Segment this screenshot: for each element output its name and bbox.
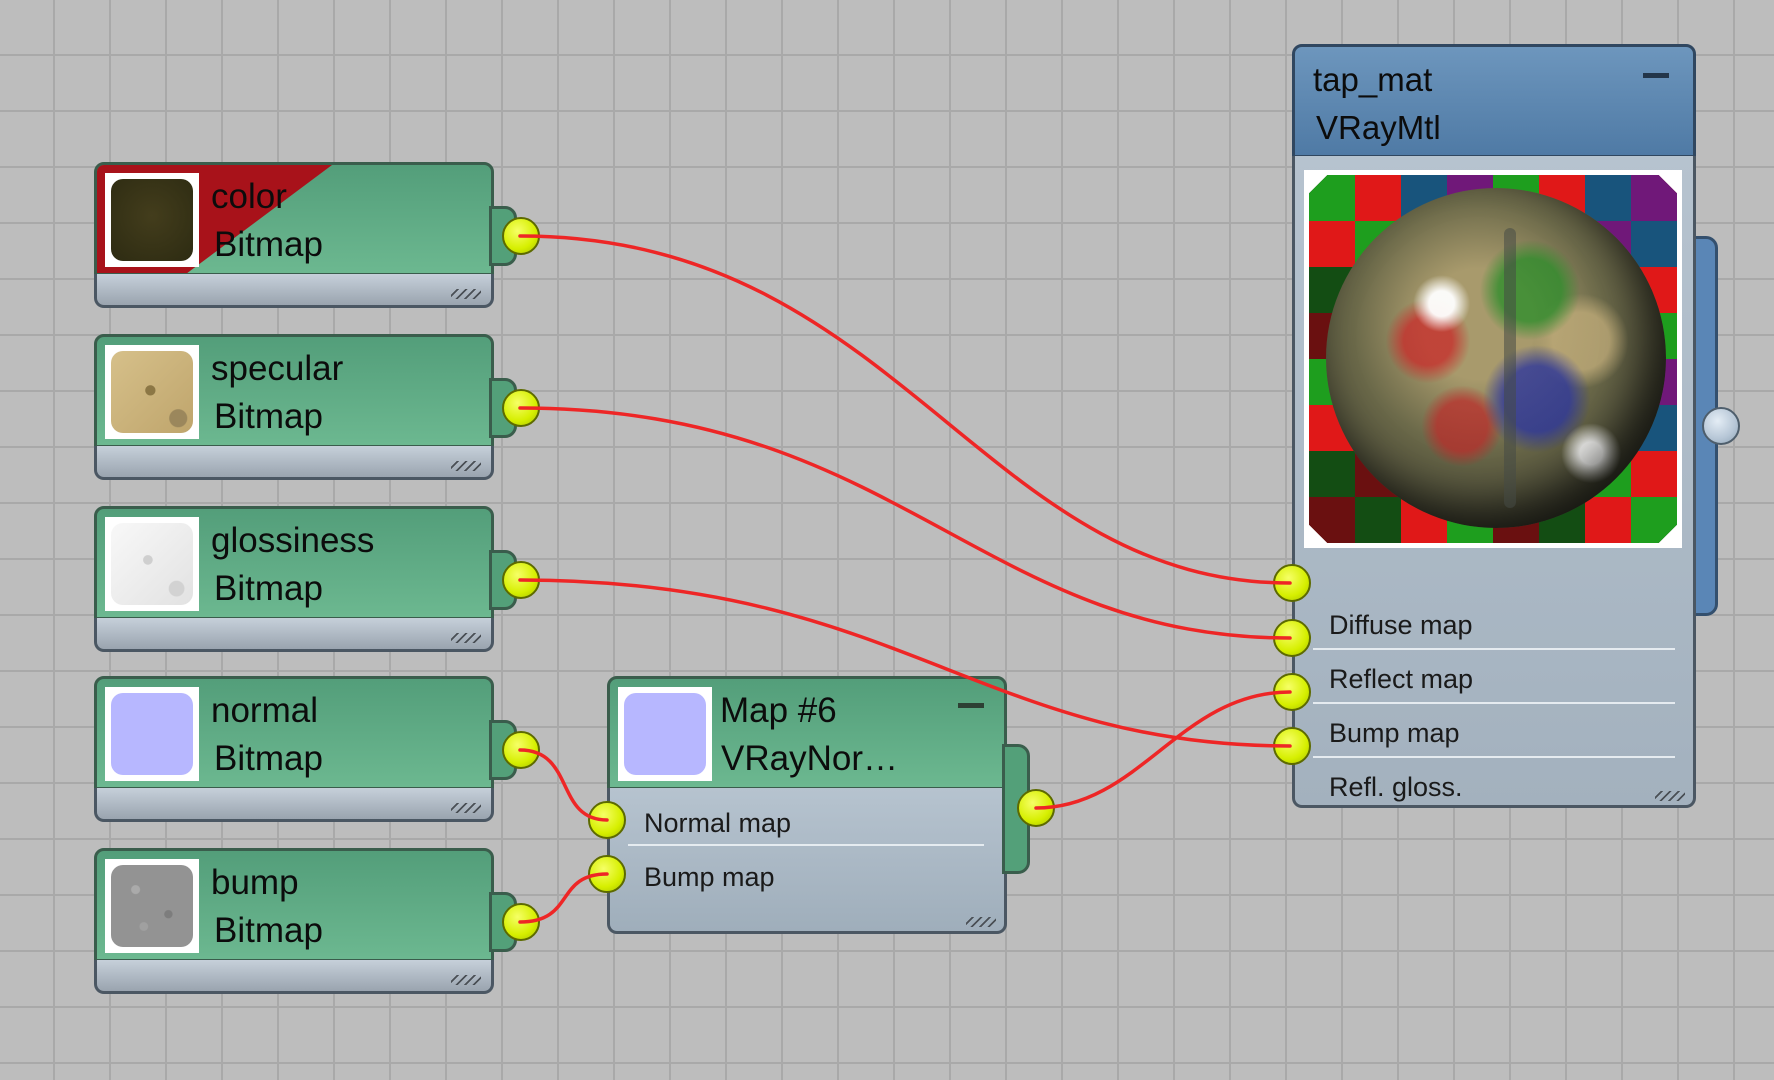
resize-grip-icon[interactable] [1655, 791, 1685, 801]
node-header[interactable]: bump Bitmap [94, 848, 494, 962]
node-title: color [211, 177, 287, 216]
node-header[interactable]: Map #6 VRayNor… [607, 676, 1007, 790]
output-socket[interactable] [1017, 789, 1055, 827]
node-title: bump [211, 863, 299, 902]
vray-material-node[interactable]: tap_mat VRayMtl Diffuse map Reflect map … [1273, 44, 1740, 810]
node-type: Bitmap [214, 225, 323, 264]
divider [1313, 756, 1675, 758]
resize-grip-icon[interactable] [451, 803, 481, 813]
material-output-socket[interactable] [1702, 407, 1740, 445]
node-header[interactable]: glossiness Bitmap [94, 506, 494, 620]
node-type: VRayMtl [1316, 109, 1441, 146]
node-title: glossiness [211, 521, 375, 560]
node-footer [94, 618, 494, 652]
input-socket-bump-map[interactable] [588, 855, 626, 893]
input-socket-bump-map[interactable] [1273, 673, 1311, 711]
wire-color-to-diffuse [518, 234, 1292, 585]
node-footer [94, 446, 494, 480]
bitmap-node-bump[interactable]: bump Bitmap [94, 848, 540, 996]
port-label-diffuse-map: Diffuse map [1329, 610, 1473, 640]
resize-grip-icon[interactable] [451, 633, 481, 643]
node-type: VRayNor… [721, 739, 898, 778]
wire-map6-to-bump-map [1034, 690, 1292, 810]
port-label-normal-map: Normal map [644, 808, 792, 838]
color-thumbnail [105, 173, 199, 267]
node-title: Map #6 [720, 691, 837, 730]
node-inputs: Normal map Bump map [607, 788, 1007, 934]
resize-grip-icon[interactable] [966, 917, 996, 927]
input-socket-reflect-map[interactable] [1273, 619, 1311, 657]
input-socket-diffuse-map[interactable] [1273, 564, 1311, 602]
bitmap-node-glossiness[interactable]: glossiness Bitmap [94, 506, 540, 654]
node-type: Bitmap [214, 569, 323, 608]
port-label-reflect-map: Reflect map [1329, 664, 1474, 694]
output-socket[interactable] [502, 731, 540, 769]
material-preview [1304, 170, 1682, 548]
output-socket[interactable] [502, 903, 540, 941]
node-type: Bitmap [214, 739, 323, 778]
node-title: specular [211, 349, 344, 388]
sphere-reflection [1504, 228, 1516, 508]
resize-grip-icon[interactable] [451, 461, 481, 471]
bitmap-node-specular[interactable]: specular Bitmap [94, 334, 540, 482]
port-label-refl-gloss: Refl. gloss. [1329, 772, 1463, 802]
port-label-bump-map: Bump map [644, 862, 775, 892]
preview-sphere [1326, 188, 1666, 528]
node-header[interactable]: tap_mat VRayMtl [1292, 44, 1696, 158]
divider [628, 844, 984, 846]
minimize-icon[interactable] [1643, 73, 1669, 78]
divider [1313, 648, 1675, 650]
input-socket-refl-gloss[interactable] [1273, 727, 1311, 765]
node-footer [94, 960, 494, 994]
node-header[interactable]: normal Bitmap [94, 676, 494, 790]
node-title: tap_mat [1313, 61, 1433, 98]
resize-grip-icon[interactable] [451, 975, 481, 985]
output-socket[interactable] [502, 561, 540, 599]
bump-thumbnail [105, 859, 199, 953]
output-socket[interactable] [502, 389, 540, 427]
normal-map-thumbnail [618, 687, 712, 781]
output-socket[interactable] [502, 217, 540, 255]
node-footer [94, 788, 494, 822]
node-header[interactable]: color Bitmap [94, 162, 494, 276]
normal-thumbnail [105, 687, 199, 781]
bitmap-node-color[interactable]: color Bitmap [94, 162, 540, 310]
glossiness-thumbnail [105, 517, 199, 611]
input-socket-normal-map[interactable] [588, 801, 626, 839]
wire-specular-to-reflect [518, 406, 1292, 640]
vray-normal-map-node[interactable]: Map #6 VRayNor… Normal map Bump map [588, 676, 1055, 936]
node-type: Bitmap [214, 397, 323, 436]
resize-grip-icon[interactable] [451, 289, 481, 299]
node-header[interactable]: specular Bitmap [94, 334, 494, 448]
node-type: Bitmap [214, 911, 323, 950]
divider [1313, 702, 1675, 704]
port-label-bump-map: Bump map [1329, 718, 1460, 748]
node-title: normal [211, 691, 318, 730]
node-footer [94, 274, 494, 308]
specular-thumbnail [105, 345, 199, 439]
minimize-icon[interactable] [958, 703, 984, 708]
bitmap-node-normal[interactable]: normal Bitmap [94, 676, 540, 824]
